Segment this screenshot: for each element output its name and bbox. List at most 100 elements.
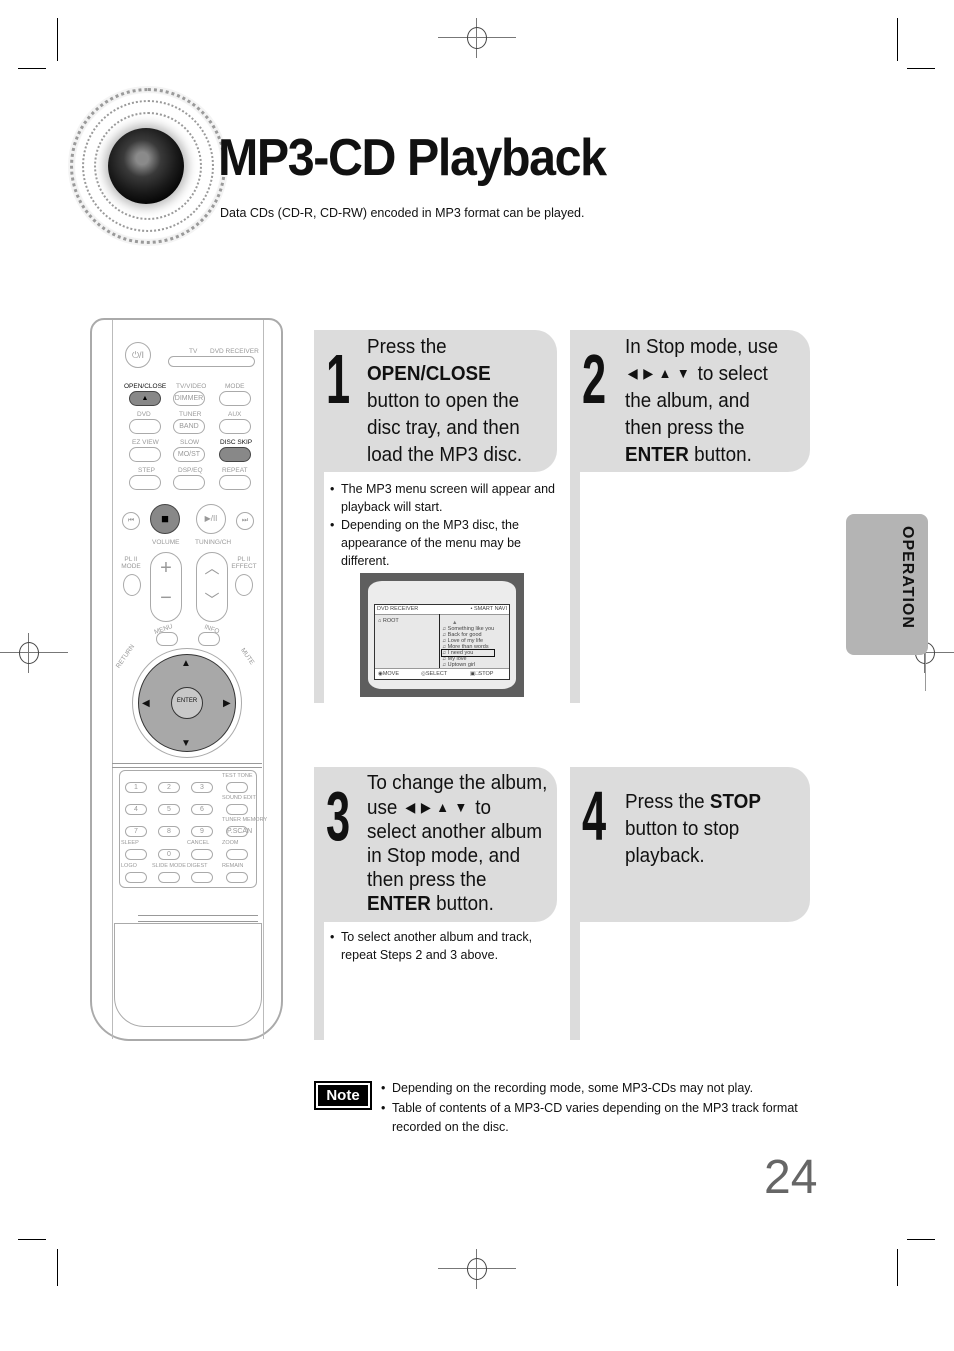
mode-label: MODE (225, 383, 245, 390)
tv-video-label: TV/VIDEO (176, 383, 207, 390)
crop-mark (18, 68, 46, 69)
step-instruction: In Stop mode, use ◀ ▶ ▲ ▼ to select the album… (625, 333, 778, 468)
skip-back-button: ⏮ (122, 512, 140, 530)
zoom-label: ZOOM (222, 840, 239, 846)
crop-mark (57, 1249, 58, 1286)
digit-8-button: 8 (158, 826, 180, 837)
registration-mark (438, 1249, 516, 1289)
instruction-line: then press the (625, 416, 745, 439)
menu-button (156, 632, 178, 646)
crop-mark (907, 68, 935, 69)
instruction-line: In Stop mode, use (625, 335, 779, 358)
step-number: 1 (326, 340, 351, 418)
step-button (129, 475, 161, 490)
note-item: Depending on the MP3 disc, the appearanc… (330, 516, 560, 570)
dimmer-button: DIMMER (173, 391, 205, 406)
instruction-line: Press the STOP (625, 790, 761, 813)
page-title: MP3-CD Playback (218, 129, 607, 187)
mp3-menu: DVD RECEIVER • SMART NAVI ⌂ ROOT ▲ ♫ Somet… (374, 604, 510, 680)
cd-speaker-graphic (68, 86, 228, 246)
sound-edit-label: SOUND EDIT (222, 795, 256, 801)
battery-cover (114, 923, 262, 1027)
down-arrow-button: ▼ (181, 738, 191, 749)
pl2-effect-button (235, 574, 253, 596)
arrow-icon: ▲ (436, 799, 450, 815)
note-item: Table of contents of a MP3-CD varies dep… (381, 1099, 821, 1138)
arrow-icon: ▶ (420, 799, 431, 815)
remain-button (226, 872, 248, 883)
power-button: ⏻/I (125, 342, 151, 368)
step-instruction: To change the album, use ◀ ▶ ▲ ▼ to select an… (367, 771, 547, 916)
left-arrow-button: ◀ (142, 698, 150, 709)
sound-edit-button (226, 804, 248, 815)
arrow-icon: ▼ (676, 365, 690, 381)
step-instruction: Press the STOP button to stop playback. (625, 788, 761, 869)
disc-skip-label: DISC SKIP (220, 439, 253, 446)
info-button (198, 632, 220, 646)
p-scan-button: P.SCAN (226, 826, 253, 837)
up-arrow-button: ▲ (181, 658, 191, 669)
registration-mark (0, 633, 68, 673)
page-number: 24 (764, 1151, 818, 1204)
arrow-icon: ◀ (627, 365, 638, 381)
arrow-icon: ▲ (658, 365, 672, 381)
instruction-line: Press the (367, 335, 447, 358)
instruction-line: load the MP3 disc. (367, 443, 523, 466)
crop-mark (897, 1249, 898, 1286)
folder-name: ROOT (382, 618, 399, 624)
note-item: Depending on the recording mode, some MP… (381, 1079, 821, 1099)
speaker-icon (108, 128, 184, 204)
tv-receiver-switch (168, 356, 255, 367)
crop-mark (18, 1239, 46, 1240)
instruction-line: ENTER button. (367, 892, 494, 915)
instruction-line: button to open the (367, 389, 520, 412)
folder-root: ⌂ ROOT (378, 618, 399, 624)
slide-mode-button (158, 872, 180, 883)
digit-3-button: 3 (191, 782, 213, 793)
digit-9-button: 9 (191, 826, 213, 837)
sleep-label: SLEEP (121, 840, 139, 846)
open-close-button: ▲ (129, 391, 161, 406)
test-tone-button (226, 782, 248, 793)
step-instruction: Press the OPEN/CLOSE button to open the dis… (367, 333, 522, 468)
band-button: BAND (173, 419, 205, 434)
repeat-button (219, 475, 251, 490)
volume-rocker: + − (150, 552, 182, 622)
dvd-label: DVD (137, 411, 151, 418)
tuner-memory-label: TUNER MEMORY (222, 817, 268, 823)
instruction-line: use ◀ ▶ ▲ ▼ to (367, 796, 492, 819)
zoom-button (226, 849, 248, 860)
arrow-icon: ▶ (643, 365, 654, 381)
instruction-line: in Stop mode, and (367, 844, 521, 867)
cancel-label: CANCEL (187, 840, 210, 846)
footer-stop: ▣□STOP (470, 671, 494, 677)
section-tab-label: OPERATION (899, 526, 916, 629)
slow-label: SLOW (180, 439, 200, 446)
remote-control-illustration: ⏻/I TV DVD RECEIVER OPEN/CLOSE TV/VIDEO … (90, 318, 283, 1041)
ez-view-label: EZ VIEW (132, 439, 159, 446)
step-number: 2 (582, 340, 607, 418)
mo-st-button: MO/ST (173, 447, 205, 462)
enter-button: ENTER (171, 687, 203, 719)
tv-label: TV (189, 348, 198, 355)
folder-icon: ⌂ (378, 618, 382, 624)
pl2-mode-button (123, 574, 141, 596)
digest-button (191, 872, 213, 883)
pl2-mode-label: PL II MODE (121, 556, 141, 570)
dvd-receiver-label: DVD RECEIVER (210, 348, 259, 355)
instruction-line: OPEN/CLOSE (367, 362, 491, 385)
note-item: To select another album and track, repea… (330, 928, 560, 964)
arrow-icon: ◀ (405, 799, 416, 815)
menu-header-mode: • SMART NAVI (470, 606, 507, 612)
crop-mark (897, 18, 898, 61)
aux-button (219, 419, 251, 434)
digit-6-button: 6 (191, 804, 213, 815)
pl2-effect-label: PL II EFFECT (231, 556, 257, 570)
digest-label: DIGEST (187, 863, 208, 869)
ez-view-button (129, 447, 161, 462)
instruction-line: button to stop (625, 817, 740, 840)
page-subtitle: Data CDs (CD-R, CD-RW) encoded in MP3 fo… (220, 206, 585, 220)
step-number: 4 (582, 777, 607, 855)
footer-select: ◎SELECT (421, 671, 448, 677)
tuner-label: TUNER (179, 411, 202, 418)
